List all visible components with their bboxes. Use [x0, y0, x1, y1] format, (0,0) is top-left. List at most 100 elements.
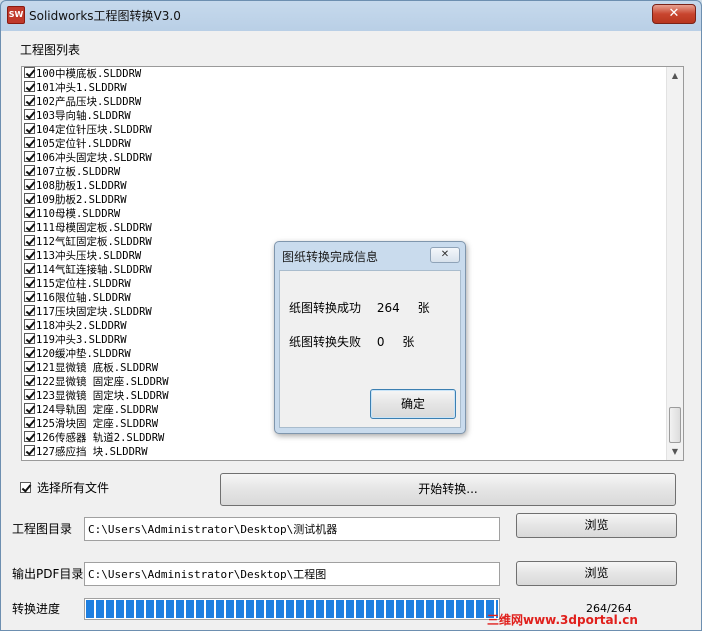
list-item[interactable]: 103导向轴.SLDDRW [24, 109, 664, 123]
list-item[interactable]: 105定位针.SLDDRW [24, 137, 664, 151]
list-item-label: 104定位针压块.SLDDRW [36, 124, 152, 136]
checkbox-checked-icon[interactable] [24, 305, 35, 316]
success-row: 纸图转换成功 264 张 [289, 299, 430, 316]
checkbox-checked-icon[interactable] [24, 319, 35, 330]
list-item[interactable]: 108肋板1.SLDDRW [24, 179, 664, 193]
checkbox-checked-icon[interactable] [24, 417, 35, 428]
list-item-label: 115定位柱.SLDDRW [36, 278, 131, 290]
list-item-label: 116限位轴.SLDDRW [36, 292, 131, 304]
dialog-close-button[interactable]: ✕ [430, 247, 460, 263]
list-item-label: 102产品压块.SLDDRW [36, 96, 142, 108]
list-item[interactable]: 127感应挡 块.SLDDRW [24, 445, 664, 459]
checkbox-checked-icon[interactable] [24, 67, 35, 78]
pdf-dir-label: 输出PDF目录 [12, 567, 84, 581]
success-count: 264 [376, 301, 400, 315]
list-item[interactable]: 111母模固定板.SLDDRW [24, 221, 664, 235]
fail-label: 纸图转换失败 [289, 335, 362, 349]
list-item-label: 111母模固定板.SLDDRW [36, 222, 152, 234]
checkbox-checked-icon[interactable] [24, 137, 35, 148]
list-item-label: 120缓冲垫.SLDDRW [36, 348, 131, 360]
fail-unit: 张 [402, 335, 415, 349]
checkbox-checked-icon[interactable] [24, 249, 35, 260]
checkbox-checked-icon[interactable] [24, 221, 35, 232]
list-item-label: 117压块固定块.SLDDRW [36, 306, 152, 318]
title-bar[interactable]: SW Solidworks工程图转换V3.0 ✕ [1, 1, 701, 31]
checkbox-checked-icon[interactable] [24, 403, 35, 414]
start-convert-button[interactable]: 开始转换... [220, 473, 676, 506]
window-title: Solidworks工程图转换V3.0 [29, 9, 181, 23]
checkbox-checked-icon[interactable] [24, 165, 35, 176]
checkbox-checked-icon[interactable] [24, 389, 35, 400]
checkbox-checked-icon[interactable] [24, 431, 35, 442]
checkbox-checked-icon[interactable] [24, 207, 35, 218]
checkbox-checked-icon[interactable] [24, 263, 35, 274]
list-item-label: 101冲头1.SLDDRW [36, 82, 127, 94]
scroll-up-arrow-icon[interactable]: ▲ [667, 67, 683, 84]
app-window: SW Solidworks工程图转换V3.0 ✕ 工程图列表 100中模底板.S… [0, 0, 702, 631]
checkbox-checked-icon[interactable] [24, 375, 35, 386]
list-item-label: 112气缸固定板.SLDDRW [36, 236, 152, 248]
checkbox-checked-icon[interactable] [24, 151, 35, 162]
drawing-list-label: 工程图列表 [20, 43, 81, 57]
checkbox-checked-icon[interactable] [24, 123, 35, 134]
dialog-title: 图纸转换完成信息 [282, 250, 379, 264]
list-item-label: 124导轨固 定座.SLDDRW [36, 404, 159, 416]
checkbox-checked-icon[interactable] [24, 193, 35, 204]
select-all-checkbox[interactable]: 选择所有文件 [20, 479, 109, 496]
scroll-down-arrow-icon[interactable]: ▼ [667, 443, 683, 460]
checkbox-checked-icon[interactable] [24, 347, 35, 358]
checkbox-checked-icon[interactable] [24, 81, 35, 92]
list-item-label: 107立板.SLDDRW [36, 166, 121, 178]
solidworks-app-icon: SW [7, 6, 25, 24]
checkbox-checked-icon[interactable] [24, 277, 35, 288]
checkbox-checked-icon[interactable] [24, 109, 35, 120]
list-item-label: 122显微镜 固定座.SLDDRW [36, 376, 169, 388]
list-item[interactable]: 109肋板2.SLDDRW [24, 193, 664, 207]
list-item-label: 121显微镜 底板.SLDDRW [36, 362, 159, 374]
scroll-thumb[interactable] [669, 407, 681, 443]
list-item[interactable]: 102产品压块.SLDDRW [24, 95, 664, 109]
list-item[interactable]: 107立板.SLDDRW [24, 165, 664, 179]
list-item[interactable]: 100中模底板.SLDDRW [24, 67, 664, 81]
checkbox-checked-icon[interactable] [20, 482, 31, 493]
list-item-label: 126传感器 轨道2.SLDDRW [36, 432, 165, 444]
list-item-label: 127感应挡 块.SLDDRW [36, 446, 148, 458]
list-item[interactable]: 101冲头1.SLDDRW [24, 81, 664, 95]
list-item-label: 125滑块固 定座.SLDDRW [36, 418, 159, 430]
list-item-label: 119冲头3.SLDDRW [36, 334, 127, 346]
checkbox-checked-icon[interactable] [24, 333, 35, 344]
checkbox-checked-icon[interactable] [24, 95, 35, 106]
list-item-label: 106冲头固定块.SLDDRW [36, 152, 152, 164]
drawing-dir-field[interactable]: C:\Users\Administrator\Desktop\测试机器 [84, 517, 500, 541]
list-item[interactable]: 106冲头固定块.SLDDRW [24, 151, 664, 165]
fail-row: 纸图转换失败 0 张 [289, 333, 414, 350]
checkbox-checked-icon[interactable] [24, 291, 35, 302]
list-item-label: 114气缸连接轴.SLDDRW [36, 264, 152, 276]
list-item-label: 110母模.SLDDRW [36, 208, 121, 220]
list-item[interactable]: 110母模.SLDDRW [24, 207, 664, 221]
progress-fill [86, 600, 498, 618]
conversion-progress-bar [84, 598, 500, 620]
checkbox-checked-icon[interactable] [24, 361, 35, 372]
fail-count: 0 [376, 335, 385, 349]
site-watermark: 三维网www.3dportal.cn [487, 613, 638, 627]
list-item-label: 109肋板2.SLDDRW [36, 194, 127, 206]
list-vertical-scrollbar[interactable]: ▲ ▼ [666, 67, 683, 460]
list-item-label: 123显微镜 固定块.SLDDRW [36, 390, 169, 402]
list-item-label: 105定位针.SLDDRW [36, 138, 131, 150]
success-unit: 张 [417, 301, 430, 315]
window-close-button[interactable]: ✕ [652, 4, 696, 24]
completion-dialog: 图纸转换完成信息 ✕ 纸图转换成功 264 张 纸图转换失败 0 张 确定 [274, 241, 466, 434]
checkbox-checked-icon[interactable] [24, 235, 35, 246]
browse-drawing-dir-button[interactable]: 浏览 [516, 513, 677, 538]
dialog-ok-button[interactable]: 确定 [370, 389, 456, 419]
list-item-label: 103导向轴.SLDDRW [36, 110, 131, 122]
checkbox-checked-icon[interactable] [24, 445, 35, 456]
list-item[interactable]: 104定位针压块.SLDDRW [24, 123, 664, 137]
drawing-dir-label: 工程图目录 [12, 522, 73, 536]
pdf-dir-field[interactable]: C:\Users\Administrator\Desktop\工程图 [84, 562, 500, 586]
list-item-label: 118冲头2.SLDDRW [36, 320, 127, 332]
checkbox-checked-icon[interactable] [24, 179, 35, 190]
browse-pdf-dir-button[interactable]: 浏览 [516, 561, 677, 586]
select-all-label: 选择所有文件 [37, 481, 110, 495]
